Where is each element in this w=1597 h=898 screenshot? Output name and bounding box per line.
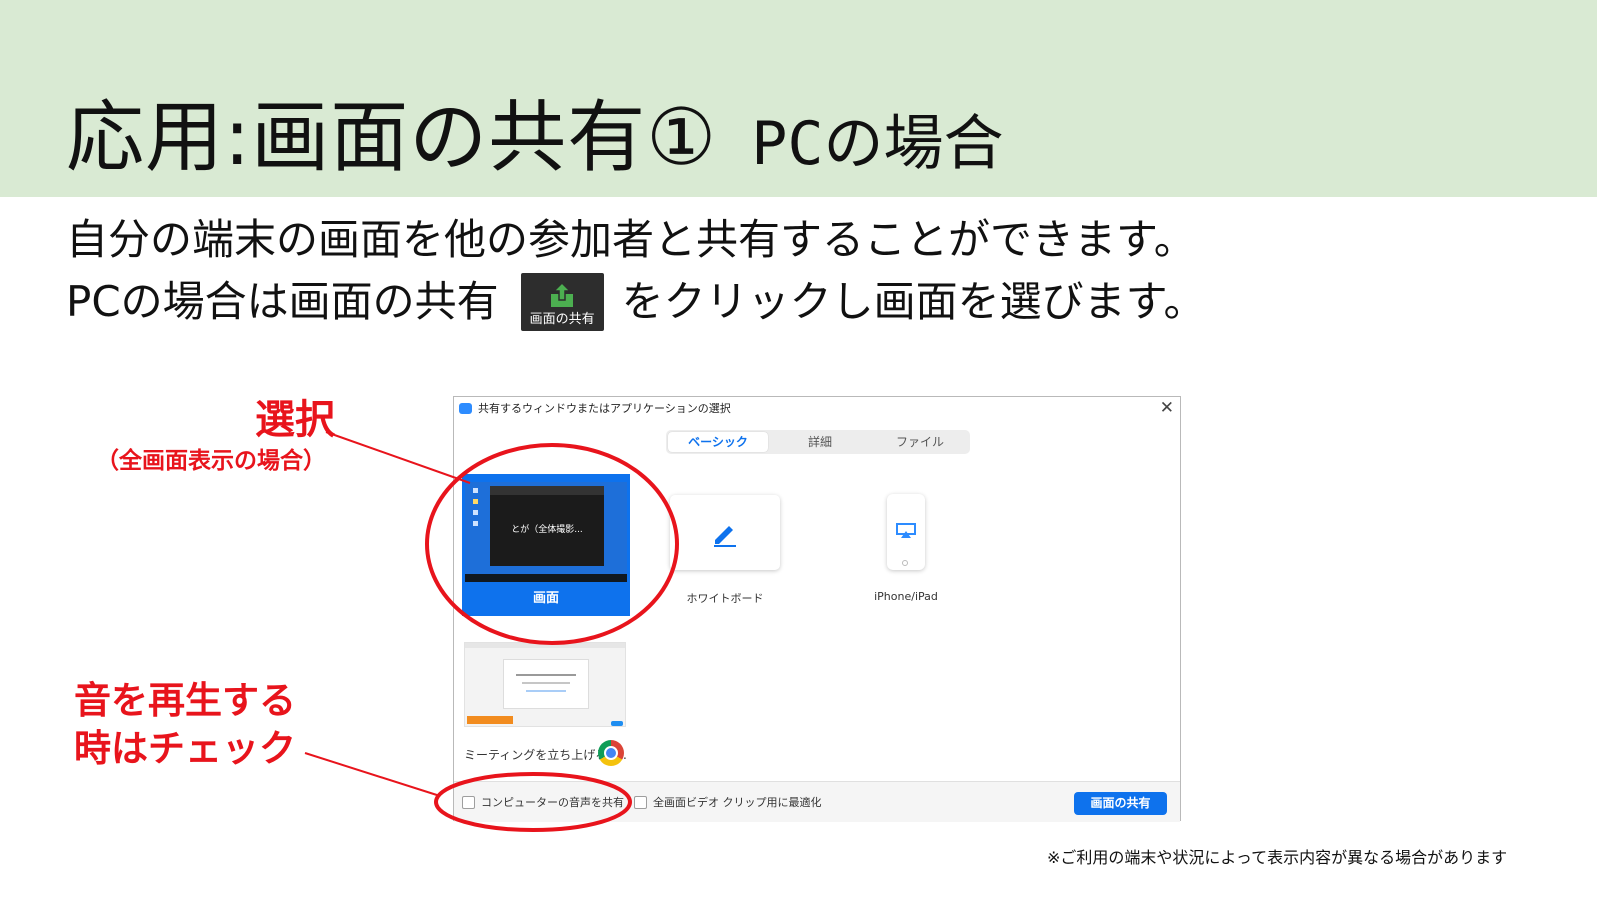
callout-sound-arrow: [304, 752, 441, 797]
callout-sound-circle: [434, 772, 632, 832]
annotation-overlay: [304, 431, 679, 832]
callout-select-circle: [425, 443, 679, 645]
callout-select-arrow: [325, 431, 471, 484]
footnote: ※ご利用の端末や状況によって表示内容が異なる場合があります: [1047, 848, 1508, 867]
